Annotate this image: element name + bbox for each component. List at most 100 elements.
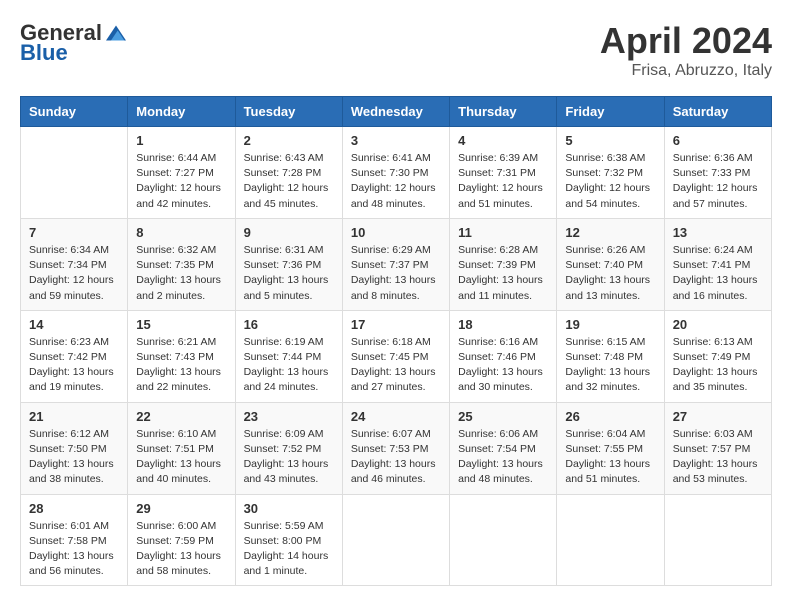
calendar-cell: 14Sunrise: 6:23 AMSunset: 7:42 PMDayligh…	[21, 310, 128, 402]
calendar-cell: 3 Sunrise: 6:41 AMSunset: 7:30 PMDaylight…	[342, 127, 449, 219]
calendar-cell	[342, 494, 449, 586]
calendar-cell: 28 Sunrise: 6:01 AMSunset: 7:58 PMDayligh…	[21, 494, 128, 586]
title-area: April 2024 Frisa, Abruzzo, Italy	[600, 20, 772, 80]
day-number: 15	[136, 317, 226, 332]
day-number: 16	[244, 317, 334, 332]
day-number: 30	[244, 501, 334, 516]
calendar-cell: 10 Sunrise: 6:29 AMSunset: 7:37 PMDayligh…	[342, 218, 449, 310]
day-number: 29	[136, 501, 226, 516]
day-info: Sunrise: 6:21 AMSunset: 7:43 PMDaylight:…	[136, 335, 226, 396]
calendar-cell	[557, 494, 664, 586]
calendar-cell	[664, 494, 771, 586]
day-info: Sunrise: 6:07 AMSunset: 7:53 PMDaylight:…	[351, 427, 441, 488]
day-info: Sunrise: 6:13 AMSunset: 7:49 PMDaylight:…	[673, 335, 763, 396]
day-info: Sunrise: 6:16 AMSunset: 7:46 PMDaylight:…	[458, 335, 548, 396]
day-number: 25	[458, 409, 548, 424]
calendar-week-row: 21Sunrise: 6:12 AMSunset: 7:50 PMDayligh…	[21, 402, 772, 494]
day-info: Sunrise: 6:41 AMSunset: 7:30 PMDaylight:…	[351, 151, 441, 212]
logo-icon	[106, 23, 126, 43]
day-info: Sunrise: 6:36 AMSunset: 7:33 PMDaylight:…	[673, 151, 763, 212]
day-info: Sunrise: 6:03 AMSunset: 7:57 PMDaylight:…	[673, 427, 763, 488]
day-info: Sunrise: 6:43 AMSunset: 7:28 PMDaylight:…	[244, 151, 334, 212]
day-info: Sunrise: 6:26 AMSunset: 7:40 PMDaylight:…	[565, 243, 655, 304]
day-info: Sunrise: 6:01 AMSunset: 7:58 PMDaylight:…	[29, 519, 119, 580]
column-header-thursday: Thursday	[450, 97, 557, 127]
calendar-cell	[21, 127, 128, 219]
calendar-cell: 20 Sunrise: 6:13 AMSunset: 7:49 PMDayligh…	[664, 310, 771, 402]
calendar-cell: 23 Sunrise: 6:09 AMSunset: 7:52 PMDayligh…	[235, 402, 342, 494]
calendar-cell: 29 Sunrise: 6:00 AMSunset: 7:59 PMDayligh…	[128, 494, 235, 586]
calendar-cell: 16 Sunrise: 6:19 AMSunset: 7:44 PMDayligh…	[235, 310, 342, 402]
calendar-cell: 26 Sunrise: 6:04 AMSunset: 7:55 PMDayligh…	[557, 402, 664, 494]
calendar-cell: 19Sunrise: 6:15 AMSunset: 7:48 PMDayligh…	[557, 310, 664, 402]
day-info: Sunrise: 6:38 AMSunset: 7:32 PMDaylight:…	[565, 151, 655, 212]
calendar-cell	[450, 494, 557, 586]
day-info: Sunrise: 6:18 AMSunset: 7:45 PMDaylight:…	[351, 335, 441, 396]
calendar-week-row: 28 Sunrise: 6:01 AMSunset: 7:58 PMDayligh…	[21, 494, 772, 586]
column-header-saturday: Saturday	[664, 97, 771, 127]
calendar-cell: 2 Sunrise: 6:43 AMSunset: 7:28 PMDaylight…	[235, 127, 342, 219]
day-number: 26	[565, 409, 655, 424]
column-header-friday: Friday	[557, 97, 664, 127]
day-number: 12	[565, 225, 655, 240]
day-number: 1	[136, 133, 226, 148]
day-info: Sunrise: 6:31 AMSunset: 7:36 PMDaylight:…	[244, 243, 334, 304]
calendar-week-row: 7 Sunrise: 6:34 AMSunset: 7:34 PMDaylight…	[21, 218, 772, 310]
calendar-cell: 25 Sunrise: 6:06 AMSunset: 7:54 PMDayligh…	[450, 402, 557, 494]
calendar-header-row: SundayMondayTuesdayWednesdayThursdayFrid…	[21, 97, 772, 127]
day-number: 17	[351, 317, 441, 332]
calendar-cell: 17 Sunrise: 6:18 AMSunset: 7:45 PMDayligh…	[342, 310, 449, 402]
day-number: 23	[244, 409, 334, 424]
day-info: Sunrise: 6:04 AMSunset: 7:55 PMDaylight:…	[565, 427, 655, 488]
day-number: 24	[351, 409, 441, 424]
calendar-cell: 9 Sunrise: 6:31 AMSunset: 7:36 PMDaylight…	[235, 218, 342, 310]
day-info: Sunrise: 6:29 AMSunset: 7:37 PMDaylight:…	[351, 243, 441, 304]
calendar-cell: 13 Sunrise: 6:24 AMSunset: 7:41 PMDayligh…	[664, 218, 771, 310]
calendar-cell: 4Sunrise: 6:39 AMSunset: 7:31 PMDaylight…	[450, 127, 557, 219]
header: General Blue April 2024 Frisa, Abruzzo, …	[20, 20, 772, 80]
calendar-cell: 5Sunrise: 6:38 AMSunset: 7:32 PMDaylight…	[557, 127, 664, 219]
day-number: 19	[565, 317, 655, 332]
day-info: Sunrise: 6:44 AMSunset: 7:27 PMDaylight:…	[136, 151, 226, 212]
calendar-week-row: 1 Sunrise: 6:44 AMSunset: 7:27 PMDaylight…	[21, 127, 772, 219]
day-number: 2	[244, 133, 334, 148]
day-number: 13	[673, 225, 763, 240]
calendar: SundayMondayTuesdayWednesdayThursdayFrid…	[20, 96, 772, 586]
logo: General Blue	[20, 20, 126, 66]
day-info: Sunrise: 6:24 AMSunset: 7:41 PMDaylight:…	[673, 243, 763, 304]
day-number: 27	[673, 409, 763, 424]
day-number: 18	[458, 317, 548, 332]
column-header-tuesday: Tuesday	[235, 97, 342, 127]
day-number: 7	[29, 225, 119, 240]
day-info: Sunrise: 6:06 AMSunset: 7:54 PMDaylight:…	[458, 427, 548, 488]
day-info: Sunrise: 6:19 AMSunset: 7:44 PMDaylight:…	[244, 335, 334, 396]
column-header-monday: Monday	[128, 97, 235, 127]
day-number: 20	[673, 317, 763, 332]
day-number: 4	[458, 133, 548, 148]
calendar-cell: 18 Sunrise: 6:16 AMSunset: 7:46 PMDayligh…	[450, 310, 557, 402]
day-number: 9	[244, 225, 334, 240]
day-number: 28	[29, 501, 119, 516]
day-info: Sunrise: 6:34 AMSunset: 7:34 PMDaylight:…	[29, 243, 119, 304]
day-info: Sunrise: 6:23 AMSunset: 7:42 PMDaylight:…	[29, 335, 119, 396]
calendar-cell: 21Sunrise: 6:12 AMSunset: 7:50 PMDayligh…	[21, 402, 128, 494]
day-info: Sunrise: 6:09 AMSunset: 7:52 PMDaylight:…	[244, 427, 334, 488]
column-header-wednesday: Wednesday	[342, 97, 449, 127]
day-number: 11	[458, 225, 548, 240]
calendar-cell: 24 Sunrise: 6:07 AMSunset: 7:53 PMDayligh…	[342, 402, 449, 494]
day-number: 21	[29, 409, 119, 424]
calendar-cell: 22Sunrise: 6:10 AMSunset: 7:51 PMDayligh…	[128, 402, 235, 494]
day-number: 10	[351, 225, 441, 240]
day-info: Sunrise: 6:10 AMSunset: 7:51 PMDaylight:…	[136, 427, 226, 488]
calendar-cell: 6 Sunrise: 6:36 AMSunset: 7:33 PMDaylight…	[664, 127, 771, 219]
month-title: April 2024	[600, 20, 772, 62]
day-info: Sunrise: 6:00 AMSunset: 7:59 PMDaylight:…	[136, 519, 226, 580]
day-number: 6	[673, 133, 763, 148]
calendar-cell: 30 Sunrise: 5:59 AMSunset: 8:00 PMDayligh…	[235, 494, 342, 586]
calendar-cell: 7 Sunrise: 6:34 AMSunset: 7:34 PMDaylight…	[21, 218, 128, 310]
day-info: Sunrise: 5:59 AMSunset: 8:00 PMDaylight:…	[244, 519, 334, 580]
calendar-cell: 1 Sunrise: 6:44 AMSunset: 7:27 PMDaylight…	[128, 127, 235, 219]
day-info: Sunrise: 6:28 AMSunset: 7:39 PMDaylight:…	[458, 243, 548, 304]
day-number: 3	[351, 133, 441, 148]
calendar-cell: 12 Sunrise: 6:26 AMSunset: 7:40 PMDayligh…	[557, 218, 664, 310]
